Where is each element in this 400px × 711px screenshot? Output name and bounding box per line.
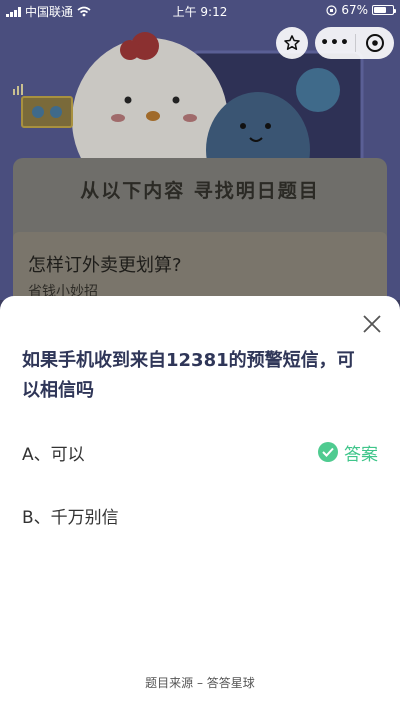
answer-tag: 答案 <box>318 438 378 466</box>
close-circle-icon <box>366 34 384 52</box>
more-button[interactable]: ••• <box>315 35 355 51</box>
question-text: 如果手机收到来自12381的预警短信，可以相信吗 <box>22 350 355 401</box>
check-icon <box>318 442 338 462</box>
background-sub-question: 怎样订外卖更划算? <box>28 255 182 276</box>
close-icon[interactable] <box>362 314 382 334</box>
favorite-button[interactable] <box>276 27 308 59</box>
battery-fill <box>374 7 387 13</box>
orientation-lock-icon <box>326 4 337 16</box>
answer-label: 答案 <box>344 444 378 465</box>
option-b[interactable]: B、千万别信 <box>22 501 378 529</box>
answer-sheet: 如果手机收到来自12381的预警短信，可以相信吗 A、可以 答案 B、千万别信 … <box>0 296 400 711</box>
star-icon <box>284 35 300 50</box>
miniprogram-capsule: ••• <box>315 27 394 59</box>
background-card-title: 从以下内容 寻找明日题目 <box>80 180 320 202</box>
status-bar: 中国联通 上午 9:12 67% <box>0 0 400 20</box>
status-right: 67% <box>326 3 396 17</box>
battery-percent: 67% <box>341 3 368 17</box>
exit-button[interactable] <box>356 33 394 53</box>
question-source: 题目来源 – 答答星球 <box>145 676 255 690</box>
battery-icon <box>372 5 396 15</box>
